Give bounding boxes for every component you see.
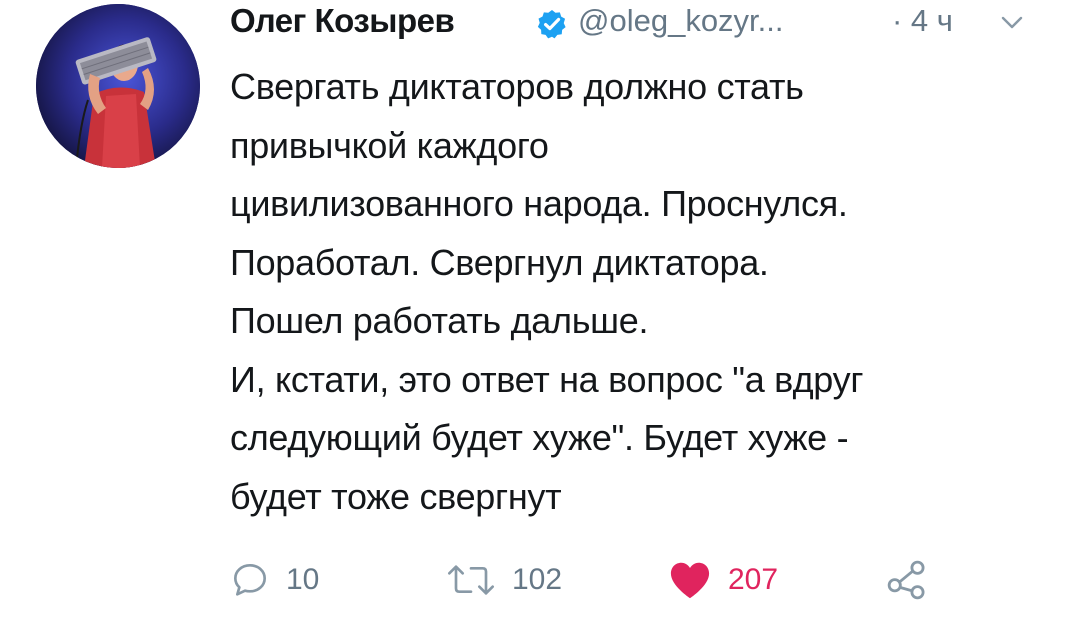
tweet-header: Олег Козырев @oleg_kozyr... · 4 ч bbox=[230, 2, 1050, 46]
retweet-count: 102 bbox=[512, 563, 563, 596]
author-name[interactable]: Олег Козырев bbox=[230, 2, 455, 40]
avatar-image bbox=[36, 4, 200, 168]
tweet-text: Свергать диктаторов должно стать привычк… bbox=[230, 58, 1060, 526]
chevron-down-icon[interactable] bbox=[1000, 14, 1024, 32]
avatar[interactable] bbox=[36, 4, 200, 168]
author-handle[interactable]: @oleg_kozyr... bbox=[578, 3, 784, 39]
retweet-button[interactable]: 102 bbox=[446, 555, 562, 605]
tweet-text-line: Поработал. Свергнул диктатора. bbox=[230, 241, 769, 283]
tweet-text-line: будет тоже свергнут bbox=[230, 475, 562, 517]
tweet-text-line: Пошел работать дальше. bbox=[230, 300, 649, 341]
tweet-text-line: следующий будет хуже". Будет хуже - bbox=[230, 417, 849, 458]
tweet-text-line: Свергать диктаторов должно стать bbox=[230, 66, 804, 107]
share-button[interactable] bbox=[886, 555, 928, 605]
tweet-text-line: привычкой каждого bbox=[230, 124, 549, 166]
like-button[interactable]: 207 bbox=[668, 555, 778, 605]
reply-count: 10 bbox=[286, 563, 320, 596]
tweet-timestamp[interactable]: · 4 ч bbox=[892, 3, 953, 39]
retweet-icon bbox=[448, 565, 494, 595]
tweet-actions: 10 102 207 bbox=[230, 555, 1010, 605]
heart-icon bbox=[670, 562, 710, 599]
tweet-card[interactable]: Олег Козырев @oleg_kozyr... · 4 ч Сверга… bbox=[0, 0, 1079, 623]
tweet-text-line: цивилизованного народа. Проснулся. bbox=[230, 183, 848, 224]
reply-button[interactable]: 10 bbox=[230, 555, 319, 605]
share-icon bbox=[887, 560, 925, 600]
reply-icon bbox=[234, 564, 266, 596]
tweet-text-line: И, кстати, это ответ на вопрос "а вдруг bbox=[230, 358, 864, 400]
verified-badge-icon bbox=[537, 10, 566, 39]
like-count: 207 bbox=[728, 563, 779, 596]
